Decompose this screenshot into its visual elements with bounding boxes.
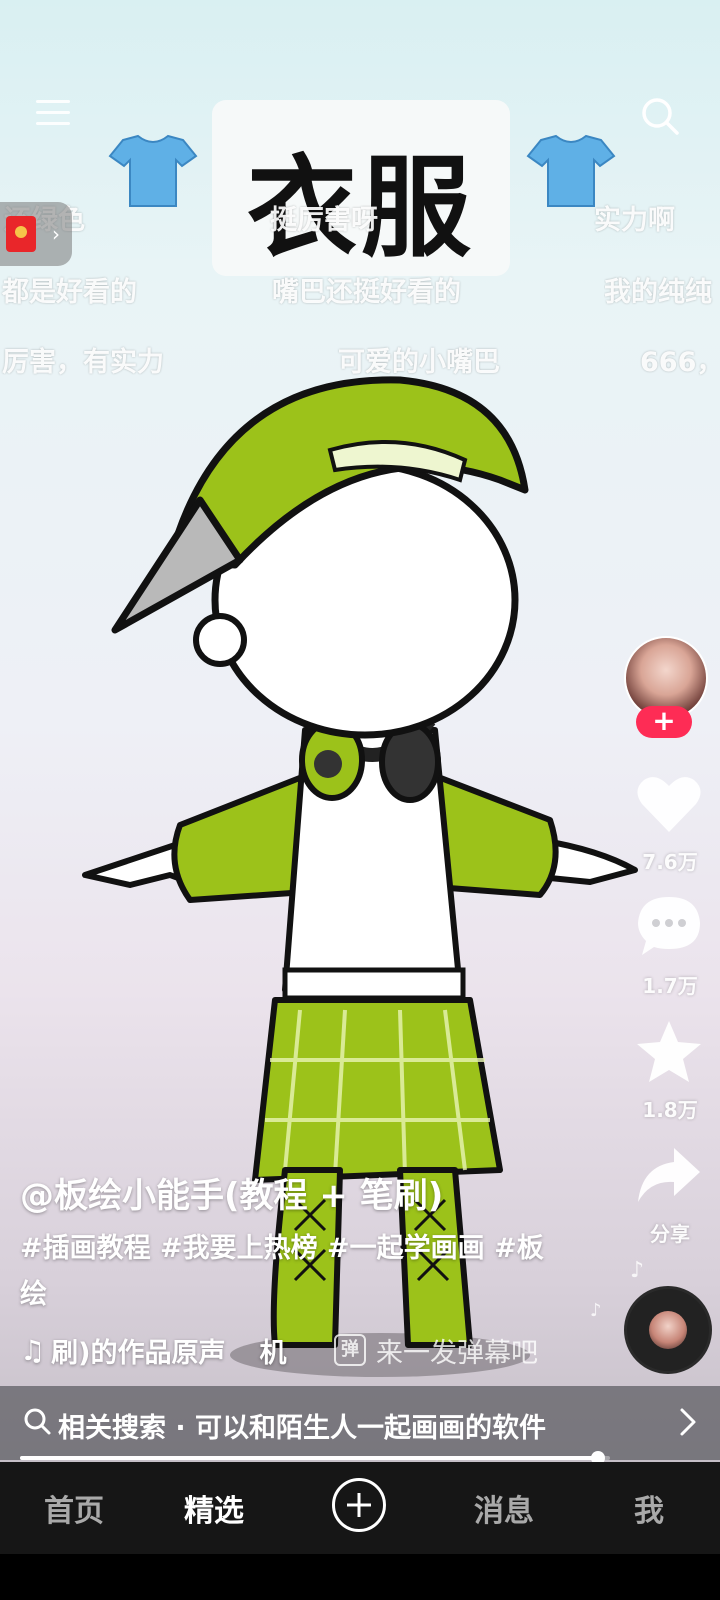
comment-count: 1.7万: [642, 974, 698, 998]
video-progress-fill: [20, 1456, 599, 1460]
nav-home[interactable]: 首页: [44, 1486, 104, 1530]
hashtags[interactable]: #插画教程 #我要上热榜 #一起学画画 #板绘: [20, 1226, 560, 1318]
comment-icon[interactable]: [634, 893, 704, 959]
danmaku-comment: 挺厉害呀: [270, 205, 378, 236]
nav-messages[interactable]: 消息: [474, 1486, 534, 1530]
system-navigation-bar: [0, 1554, 720, 1600]
danmaku-comment: 我的纯纯: [604, 277, 712, 308]
tshirt-icon: [108, 134, 198, 207]
music-note-icon: ♫: [20, 1333, 46, 1367]
author-name[interactable]: @板绘小能手(教程 + 笔刷): [20, 1168, 443, 1217]
music-disc[interactable]: [624, 1286, 712, 1374]
nav-me[interactable]: 我: [634, 1486, 664, 1530]
star-icon[interactable]: [634, 1018, 704, 1084]
danmaku-comment: 都是好看的: [2, 277, 137, 308]
related-search-text: 相关搜索 · 可以和陌生人一起画画的软件: [58, 1413, 547, 1444]
chevron-right-icon: [680, 1408, 696, 1436]
share-icon[interactable]: [634, 1142, 704, 1208]
video-progress-bar[interactable]: [20, 1451, 610, 1465]
music-title-continued: 机: [259, 1337, 287, 1369]
menu-icon[interactable]: [36, 100, 70, 130]
music-marquee[interactable]: ♫ 刷)的作品原声 机: [20, 1330, 286, 1370]
favorite-count: 1.8万: [642, 1098, 698, 1122]
chevron-right-icon: ›: [52, 222, 60, 246]
danmaku-toggle-icon[interactable]: 弹: [334, 1334, 366, 1366]
follow-button[interactable]: +: [636, 706, 692, 738]
create-plus-button[interactable]: [332, 1478, 386, 1532]
bottom-nav: 首页 精选 消息 我: [0, 1462, 720, 1554]
search-icon: [24, 1408, 51, 1435]
share-label: 分享: [650, 1222, 690, 1246]
red-envelope-icon: [6, 216, 36, 252]
red-envelope-button[interactable]: ›: [0, 202, 72, 266]
danmaku-comment: 嘴巴还挺好看的: [272, 277, 461, 308]
danmaku-input[interactable]: 弹 来一发弹幕吧: [334, 1332, 538, 1369]
danmaku-comment: 666，: [640, 347, 720, 378]
related-search-bar[interactable]: 相关搜索 · 可以和陌生人一起画画的软件: [0, 1386, 720, 1460]
search-icon[interactable]: [640, 96, 680, 136]
music-note-icon: ♪: [630, 1258, 645, 1283]
like-count: 7.6万: [642, 850, 698, 874]
music-title: 刷)的作品原声: [51, 1337, 226, 1369]
heart-icon[interactable]: [634, 770, 704, 836]
danmaku-placeholder: 来一发弹幕吧: [376, 1337, 538, 1369]
nav-featured[interactable]: 精选: [184, 1486, 244, 1530]
music-note-icon: ♪: [590, 1300, 602, 1321]
danmaku-comment: 实力啊: [594, 205, 675, 236]
